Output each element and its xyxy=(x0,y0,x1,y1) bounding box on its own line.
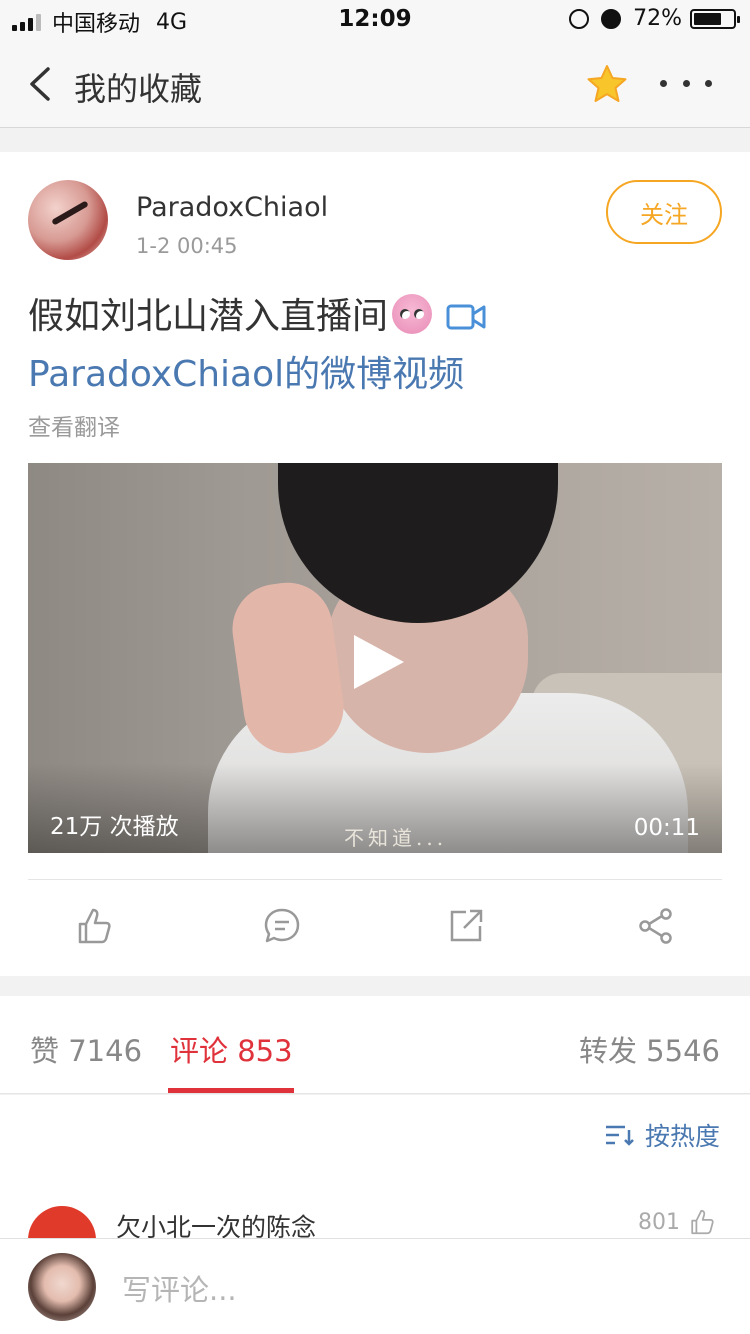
thumbs-up-icon xyxy=(691,1209,714,1235)
video-player[interactable]: 不知道... 21万 次播放 00:11 xyxy=(28,463,722,853)
sort-button[interactable]: 按热度 xyxy=(605,1117,720,1153)
comment-input[interactable]: 写评论... xyxy=(122,1267,237,1309)
post-card: ParadoxChiaol 1-2 00:45 关注 假如刘北山潜入直播间 Pa… xyxy=(0,152,750,976)
repost-icon[interactable] xyxy=(446,906,486,946)
translate-link[interactable]: 查看翻译 xyxy=(28,408,120,442)
author-avatar[interactable] xyxy=(28,180,108,260)
battery-icon xyxy=(690,8,740,29)
video-camera-icon[interactable] xyxy=(446,303,486,331)
play-icon[interactable] xyxy=(350,633,406,691)
star-icon[interactable] xyxy=(586,64,628,104)
video-subtitle: 不知道... xyxy=(344,826,448,850)
divider xyxy=(28,879,722,880)
tab-comments[interactable]: 评论 853 xyxy=(170,1028,293,1070)
tab-likes[interactable]: 赞 7146 xyxy=(30,1028,142,1070)
comment-like-count: 801 xyxy=(638,1209,680,1235)
my-avatar xyxy=(28,1253,96,1321)
video-link[interactable]: ParadoxChiaol的微博视频 xyxy=(28,354,464,395)
sort-label: 按热度 xyxy=(644,1122,720,1151)
sort-icon xyxy=(605,1125,634,1146)
tab-reposts[interactable]: 转发 5546 xyxy=(579,1028,720,1070)
comment-like-button[interactable]: 801 xyxy=(638,1208,716,1236)
post-time: 1-2 00:45 xyxy=(136,234,238,258)
nav-bar: 我的收藏 xyxy=(0,40,750,128)
active-tab-indicator xyxy=(168,1088,294,1093)
follow-button[interactable]: 关注 xyxy=(606,180,722,244)
share-icon[interactable] xyxy=(636,906,676,946)
alarm-icon xyxy=(601,8,622,29)
author-name[interactable]: ParadoxChiaol xyxy=(136,192,328,223)
post-content: 假如刘北山潜入直播间 ParadoxChiaol的微博视频 xyxy=(28,288,728,404)
comment-bar: 写评论... xyxy=(0,1238,750,1334)
play-count: 21万 次播放 xyxy=(50,814,179,840)
more-dots-icon[interactable] xyxy=(660,80,712,90)
stats-tabs: 赞 7146 评论 853 转发 5546 xyxy=(0,996,750,1094)
post-actions xyxy=(0,892,750,968)
comment-icon[interactable] xyxy=(262,906,302,946)
rotation-lock-icon xyxy=(569,8,590,29)
video-duration: 00:11 xyxy=(633,815,700,841)
post-text: 假如刘北山潜入直播间 xyxy=(28,296,389,337)
status-bar: 中国移动 4G 12:09 72% xyxy=(0,0,750,40)
battery-percent: 72% xyxy=(633,6,682,31)
page-title: 我的收藏 xyxy=(74,70,203,108)
chevron-left-icon[interactable] xyxy=(26,66,54,102)
thumbs-up-icon[interactable] xyxy=(74,906,114,946)
bird-emoji-icon xyxy=(392,294,433,334)
